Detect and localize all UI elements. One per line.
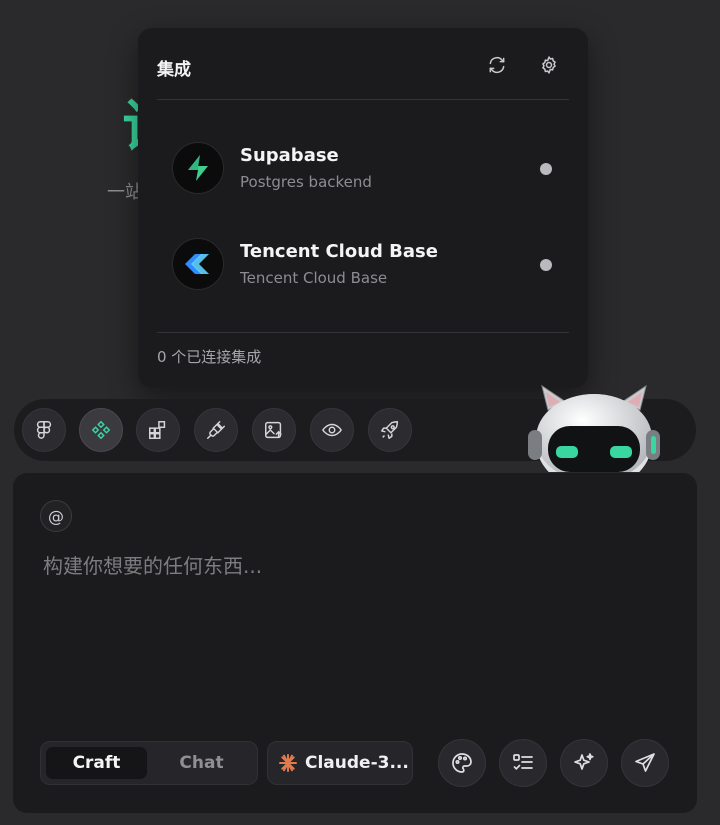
checklist-icon <box>513 754 533 771</box>
mention-button[interactable]: @ <box>40 500 72 532</box>
connection-status-dot <box>540 163 552 175</box>
deploy-button[interactable] <box>368 408 412 452</box>
popup-divider <box>157 99 569 100</box>
popup-title: 集成 <box>157 60 191 80</box>
gear-icon <box>542 56 556 74</box>
robot-cat-mascot <box>528 384 660 472</box>
mode-toggle: Craft Chat <box>40 741 258 785</box>
model-label: Claude-3... <box>305 753 409 773</box>
integrations-button[interactable] <box>79 408 123 452</box>
integration-item-supabase[interactable]: Supabase Postgres backend <box>138 133 588 203</box>
rocket-icon <box>381 421 399 439</box>
integrations-icon <box>91 420 111 440</box>
claude-logo-icon <box>279 754 297 772</box>
components-icon <box>149 421 166 439</box>
eye-icon <box>321 423 343 437</box>
connection-status-dot <box>540 259 552 271</box>
components-button[interactable] <box>136 408 180 452</box>
figma-icon <box>36 421 52 439</box>
supabase-logo-icon <box>172 142 224 194</box>
integration-item-tencent-cloud-base[interactable]: Tencent Cloud Base Tencent Cloud Base <box>138 229 588 299</box>
plug-icon <box>207 421 225 439</box>
mode-chat-tab[interactable]: Chat <box>151 747 252 779</box>
theme-button[interactable] <box>438 739 486 787</box>
mode-craft-tab[interactable]: Craft <box>46 747 147 779</box>
send-icon <box>635 753 655 772</box>
image-upload-icon <box>265 421 282 439</box>
connected-count: 0 个已连接集成 <box>157 348 262 366</box>
popup-header: 集成 <box>138 28 588 100</box>
image-upload-button[interactable] <box>252 408 296 452</box>
refresh-button[interactable] <box>484 52 510 78</box>
enhance-prompt-button[interactable] <box>560 739 608 787</box>
integration-name: Supabase <box>240 145 339 166</box>
integration-description: Postgres backend <box>240 173 372 191</box>
figma-button[interactable] <box>22 408 66 452</box>
palette-icon <box>452 753 472 773</box>
prompt-input[interactable] <box>43 551 663 581</box>
popup-divider <box>157 332 569 333</box>
integration-name: Tencent Cloud Base <box>240 241 438 262</box>
prompt-composer: @ Craft Chat Claude-3... <box>13 473 697 813</box>
send-button[interactable] <box>621 739 669 787</box>
settings-button[interactable] <box>536 52 562 78</box>
model-selector[interactable]: Claude-3... <box>267 741 413 785</box>
app-window: 试 一站 集成 <box>0 0 720 825</box>
preview-button[interactable] <box>310 408 354 452</box>
tencent-cloudbase-logo-icon <box>172 238 224 290</box>
at-icon: @ <box>48 506 64 526</box>
sparkle-icon <box>574 753 594 770</box>
refresh-icon <box>489 56 505 74</box>
plan-button[interactable] <box>499 739 547 787</box>
plug-button[interactable] <box>194 408 238 452</box>
integrations-popup: 集成 Supabase Postgres backend Tencent Clo… <box>138 28 588 388</box>
integration-description: Tencent Cloud Base <box>240 269 388 287</box>
